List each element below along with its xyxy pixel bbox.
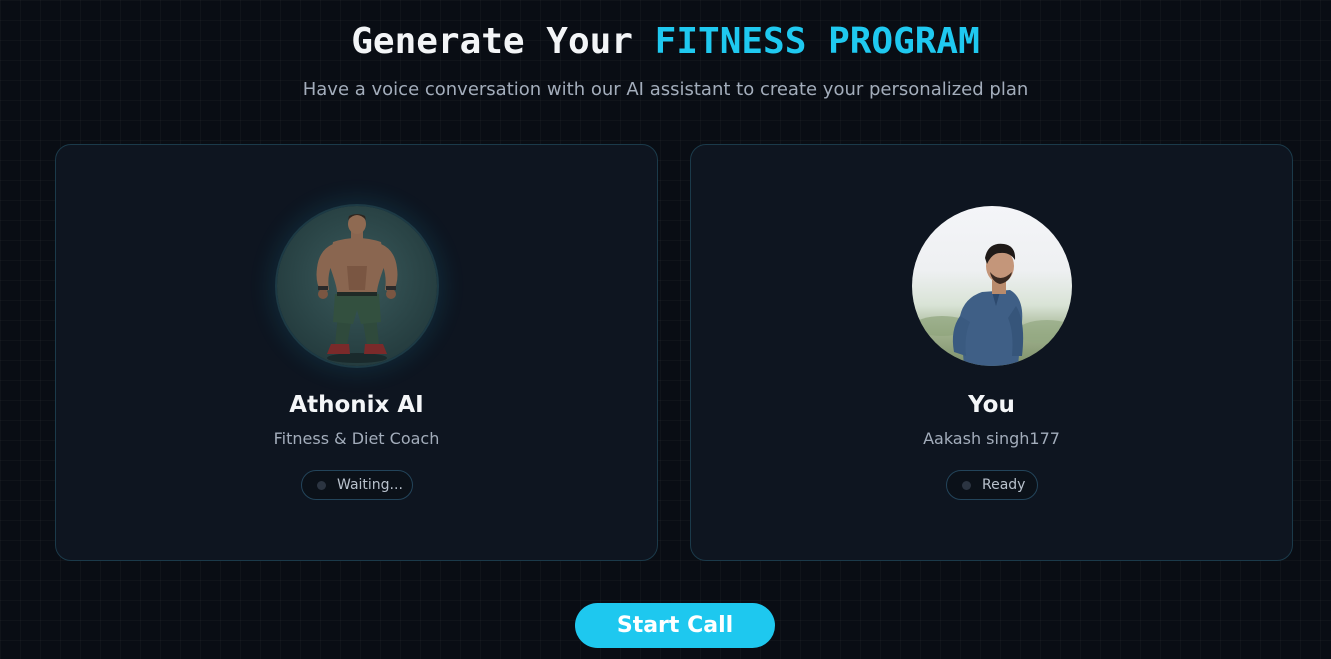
page-title: Generate Your FITNESS PROGRAM bbox=[0, 20, 1331, 64]
assistant-role: Fitness & Diet Coach bbox=[273, 429, 440, 448]
user-username: Aakash singh177 bbox=[923, 429, 1060, 448]
assistant-name: Athonix AI bbox=[289, 392, 424, 418]
ai-assistant-card: Athonix AI Fitness & Diet Coach Waiting.… bbox=[55, 144, 658, 561]
bodybuilder-figure-icon bbox=[316, 214, 398, 363]
page-subtitle: Have a voice conversation with our AI as… bbox=[302, 79, 1029, 100]
start-call-button[interactable]: Start Call bbox=[575, 603, 775, 648]
bodybuilder-avatar bbox=[277, 206, 437, 366]
page-title-plain: Generate Your bbox=[351, 21, 633, 62]
user-card: You Aakash singh177 Ready bbox=[690, 144, 1293, 561]
user-figure-icon bbox=[914, 243, 1072, 366]
status-dot-icon bbox=[317, 480, 326, 490]
assistant-status-badge: Waiting... bbox=[301, 470, 413, 500]
assistant-status-label: Waiting... bbox=[337, 477, 403, 493]
status-dot-icon bbox=[962, 480, 971, 490]
page-title-accent: FITNESS PROGRAM bbox=[654, 21, 980, 62]
user-photo-avatar bbox=[912, 206, 1072, 366]
user-name: You bbox=[968, 392, 1015, 418]
user-status-label: Ready bbox=[982, 477, 1026, 493]
user-status-badge: Ready bbox=[946, 470, 1038, 500]
